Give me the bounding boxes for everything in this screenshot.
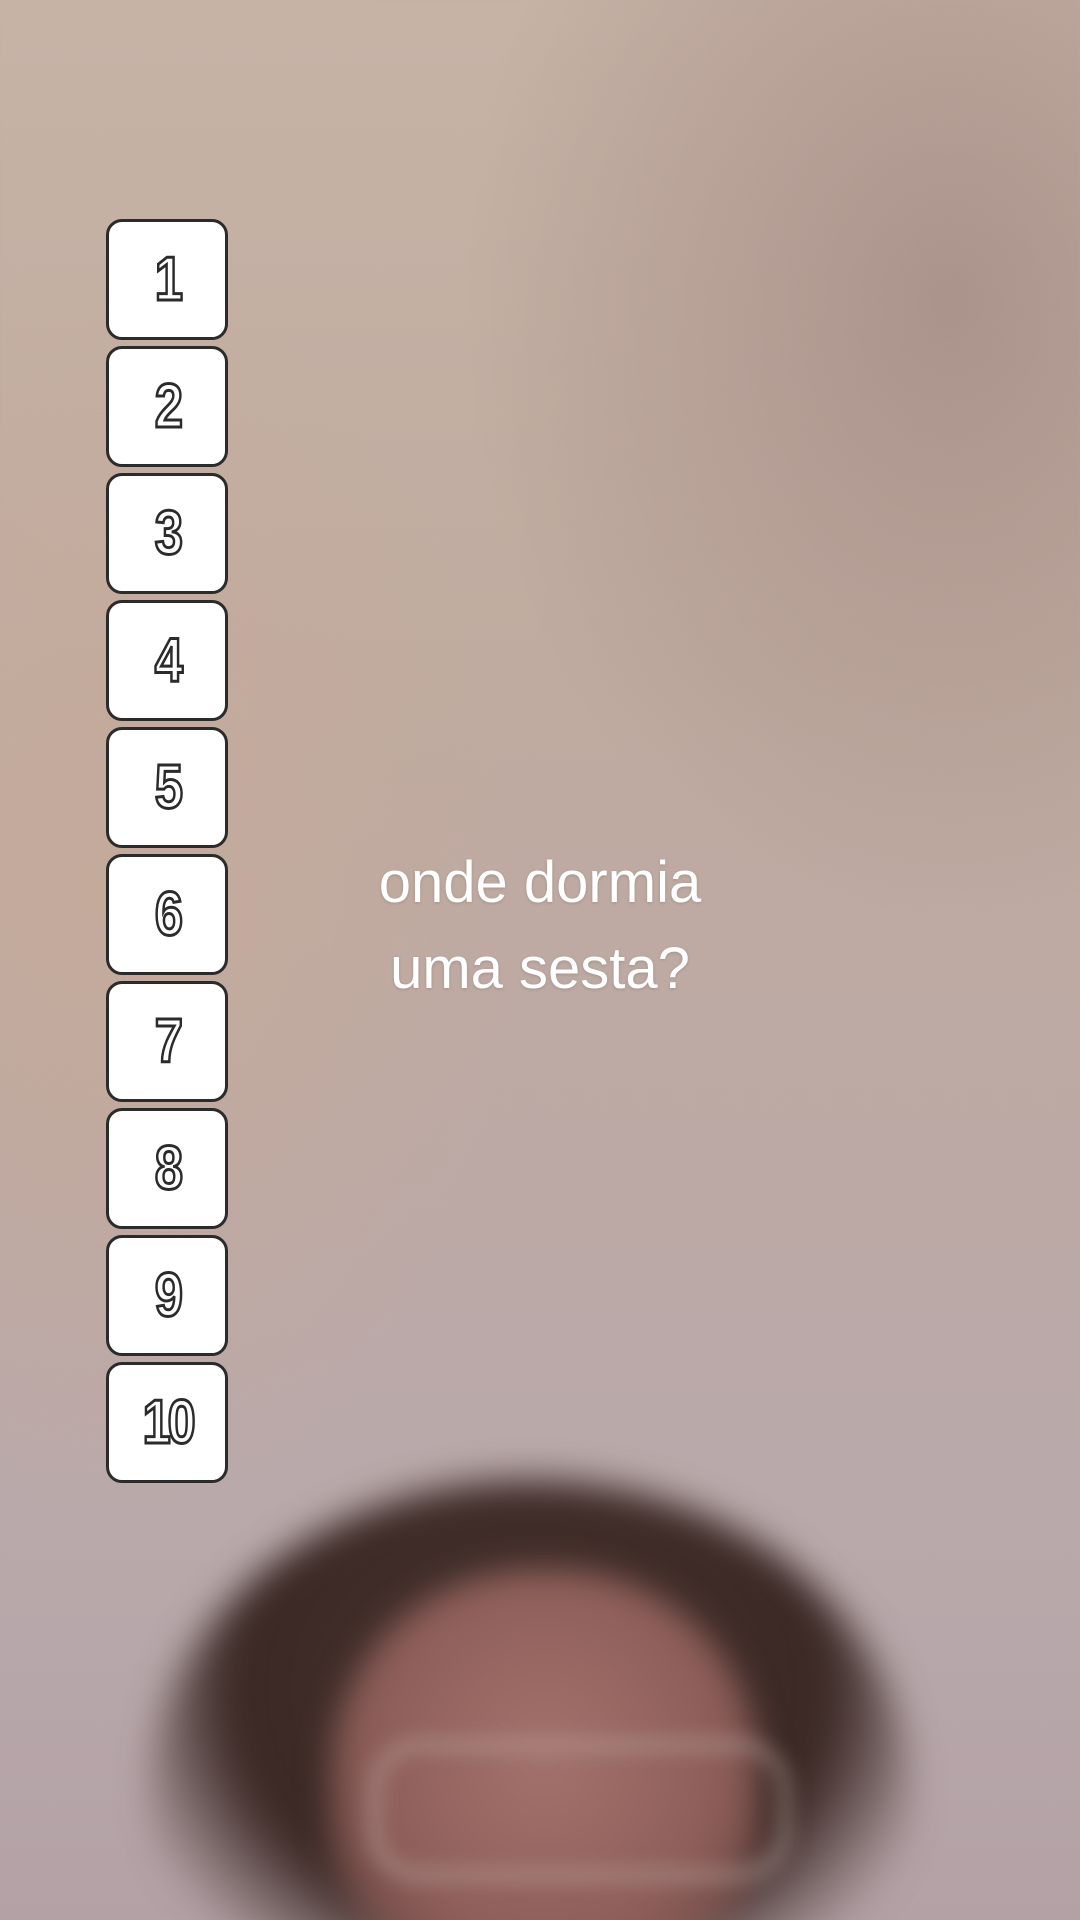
ranking-item-5: 5 (106, 727, 228, 848)
ranking-number: 8 (153, 1133, 184, 1203)
ranking-list: 1 2 3 4 5 6 7 8 9 10 (106, 219, 228, 1483)
ranking-item-10: 10 (106, 1362, 228, 1483)
ranking-item-8: 8 (106, 1108, 228, 1229)
caption-text: onde dormia uma sesta? (290, 840, 790, 1012)
ranking-item-1: 1 (106, 219, 228, 340)
ranking-number: 2 (153, 371, 184, 441)
ranking-number: 6 (153, 879, 184, 949)
ranking-number: 1 (153, 244, 184, 314)
background-person-glasses (370, 1740, 790, 1880)
ranking-item-3: 3 (106, 473, 228, 594)
ranking-number: 10 (141, 1387, 197, 1457)
ranking-number: 5 (153, 752, 184, 822)
ranking-item-9: 9 (106, 1235, 228, 1356)
ranking-number: 4 (153, 625, 184, 695)
caption-line-1: onde dormia (378, 850, 702, 915)
ranking-item-7: 7 (106, 981, 228, 1102)
ranking-number: 3 (153, 498, 184, 568)
ranking-item-2: 2 (106, 346, 228, 467)
caption-line-2: uma sesta? (390, 936, 690, 1001)
ranking-item-6: 6 (106, 854, 228, 975)
ranking-number: 7 (153, 1006, 184, 1076)
ranking-number: 9 (153, 1260, 184, 1330)
ranking-item-4: 4 (106, 600, 228, 721)
